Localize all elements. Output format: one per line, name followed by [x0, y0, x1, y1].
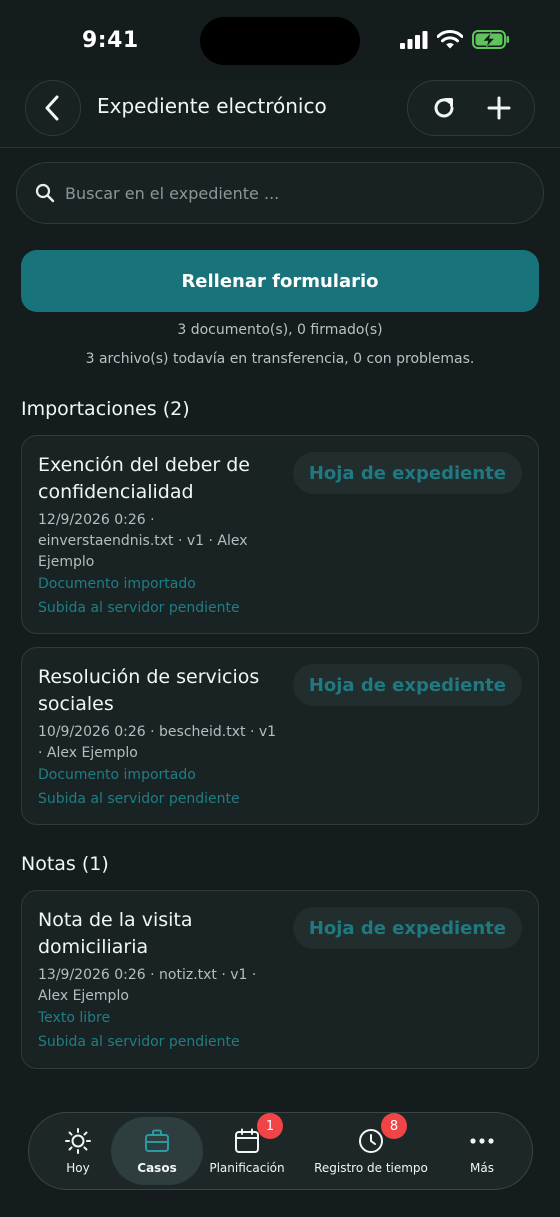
section-title-notes: Notas (1): [21, 853, 109, 875]
clock-icon: [359, 1129, 383, 1153]
card-title: Exención del deber de confidencialidad: [38, 454, 250, 503]
notification-badge: 8: [381, 1113, 407, 1139]
tab-label: Planificación: [209, 1161, 285, 1175]
tab-bar: Hoy Casos 1 Planificación 8 Registro de …: [28, 1112, 533, 1190]
card-status: Documento importado: [38, 767, 196, 783]
card-title: Resolución de servicios sociales: [38, 666, 260, 715]
card-title: Nota de la visita domiciliaria: [38, 909, 193, 958]
transfers-summary: 3 archivo(s) todavía en transferencia, 0…: [85, 351, 475, 367]
documents-summary: 3 documento(s), 0 firmado(s): [177, 322, 383, 338]
case-sheet-chip[interactable]: Hoja de expediente: [292, 452, 522, 494]
tab-more[interactable]: Más: [449, 1117, 515, 1185]
card-meta: 10/9/2026 0:26 · bescheid.txt · v1 · Ale…: [38, 724, 277, 761]
search-bar[interactable]: [16, 162, 544, 224]
tab-planning[interactable]: 1 Planificación: [203, 1113, 291, 1185]
status-time: 9:41: [82, 28, 139, 53]
fill-form-button[interactable]: Rellenar formulario: [21, 250, 539, 312]
tab-label: Hoy: [66, 1161, 90, 1175]
sun-icon: [65, 1128, 91, 1154]
battery-charging-icon: [472, 30, 509, 49]
tab-time-tracking[interactable]: 8 Registro de tiempo: [299, 1113, 443, 1185]
status-bar: 9:41: [0, 0, 560, 80]
card-upload-status: Subida al servidor pendiente: [38, 1034, 240, 1050]
card-meta: 12/9/2026 0:26 · einverstaendnis.txt · v…: [38, 512, 248, 570]
add-button[interactable]: [477, 86, 521, 130]
back-button[interactable]: [25, 80, 81, 136]
card-status: Documento importado: [38, 576, 196, 592]
note-card[interactable]: Nota de la visita domiciliaria 13/9/2026…: [21, 890, 539, 1069]
document-card[interactable]: Resolución de servicios sociales 10/9/20…: [21, 647, 539, 825]
more-icon: [470, 1138, 494, 1144]
document-card[interactable]: Exención del deber de confidencialidad 1…: [21, 435, 539, 634]
tab-label: Más: [470, 1161, 494, 1175]
briefcase-icon: [145, 1129, 169, 1152]
tab-label: Casos: [137, 1161, 177, 1175]
case-sheet-chip[interactable]: Hoja de expediente: [292, 664, 522, 706]
app-header: Expediente electrónico: [0, 80, 560, 148]
refresh-button[interactable]: [422, 86, 466, 130]
card-upload-status: Subida al servidor pendiente: [38, 791, 240, 807]
header-actions: [407, 80, 535, 136]
wifi-icon: [437, 30, 463, 49]
tab-label: Registro de tiempo: [314, 1161, 428, 1175]
card-upload-status: Subida al servidor pendiente: [38, 600, 240, 616]
calendar-icon: [235, 1128, 259, 1153]
card-status: Texto libre: [38, 1010, 111, 1026]
tab-today[interactable]: Hoy: [43, 1117, 113, 1185]
case-sheet-chip[interactable]: Hoja de expediente: [292, 907, 522, 949]
page-title: Expediente electrónico: [97, 94, 327, 118]
search-icon: [35, 183, 55, 203]
dynamic-island: [200, 17, 360, 65]
search-input[interactable]: [65, 183, 505, 203]
plus-icon: [487, 96, 510, 120]
notification-badge: 1: [257, 1113, 283, 1139]
status-icons: [400, 30, 510, 49]
section-title-imports: Importaciones (2): [21, 398, 190, 420]
card-meta: 13/9/2026 0:26 · notiz.txt · v1 · Alex E…: [38, 967, 257, 1004]
chevron-left-icon: [45, 95, 59, 121]
tab-cases[interactable]: Casos: [111, 1117, 203, 1185]
cellular-signal-icon: [400, 30, 428, 49]
refresh-icon: [434, 98, 453, 118]
